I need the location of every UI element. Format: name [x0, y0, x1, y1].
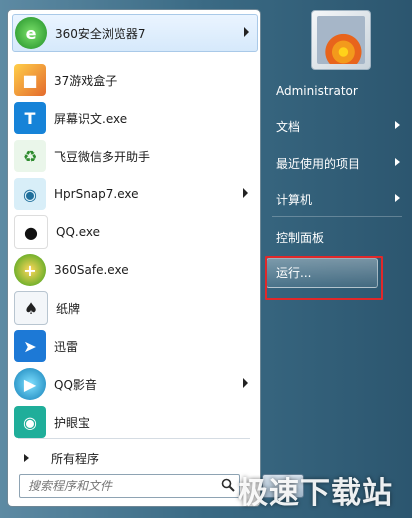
- all-programs-button[interactable]: 所有程序: [12, 441, 256, 475]
- chevron-right-icon[interactable]: [243, 188, 248, 198]
- divider: [272, 216, 402, 217]
- program-item[interactable]: ◉ 护眼宝: [12, 404, 256, 440]
- program-label: 屏幕识文.exe: [54, 111, 128, 126]
- film-icon: ▶: [14, 368, 46, 400]
- t-letter-icon: T: [14, 102, 46, 134]
- recent-items-item[interactable]: 最近使用的项目: [268, 148, 406, 178]
- program-label: 飞豆微信多开助手: [54, 149, 151, 164]
- chevron-right-icon[interactable]: [243, 378, 248, 388]
- control-panel-item[interactable]: 控制面板: [268, 222, 406, 252]
- programs-panel: e 360安全浏览器7 ■ 37游戏盒子 T 屏幕识文.exe ♻ 飞豆微信多开…: [7, 9, 261, 507]
- computer-label: 计算机: [276, 192, 313, 207]
- chevron-right-icon: [395, 194, 400, 202]
- program-item[interactable]: ■ 37游戏盒子: [12, 62, 256, 98]
- program-item[interactable]: ➤ 迅雷: [12, 328, 256, 364]
- highlight-box: [265, 256, 383, 300]
- program-label: HprSnap7.exe: [54, 187, 139, 201]
- search-box[interactable]: [19, 474, 240, 498]
- user-name-item[interactable]: Administrator: [268, 76, 406, 106]
- program-label: 纸牌: [56, 301, 81, 316]
- cube-game-icon: ■: [14, 64, 46, 96]
- program-label: 护眼宝: [54, 415, 91, 430]
- program-label: QQ.exe: [56, 225, 100, 239]
- search-input[interactable]: [26, 477, 215, 495]
- program-label: 迅雷: [54, 339, 79, 354]
- program-label: QQ影音: [54, 377, 97, 392]
- control-panel-label: 控制面板: [276, 230, 325, 245]
- recycle-icon: ♻: [14, 140, 46, 172]
- program-item[interactable]: e 360安全浏览器7: [12, 14, 258, 52]
- ie-e-icon: e: [15, 17, 47, 49]
- program-item[interactable]: ▶ QQ影音: [12, 366, 256, 402]
- program-item[interactable]: ♠ 纸牌: [12, 290, 256, 326]
- program-label: 360安全浏览器7: [55, 26, 146, 41]
- program-item[interactable]: ♻ 飞豆微信多开助手: [12, 138, 256, 174]
- bird-icon: ➤: [14, 330, 46, 362]
- penguin-icon: ●: [14, 215, 48, 249]
- search-icon[interactable]: [221, 478, 235, 492]
- plus-shield-icon: +: [14, 254, 46, 286]
- program-item[interactable]: + 360Safe.exe: [12, 252, 256, 288]
- user-name: Administrator: [276, 84, 358, 98]
- computer-item[interactable]: 计算机: [268, 184, 406, 214]
- documents-item[interactable]: 文档: [268, 111, 406, 141]
- eye-icon: ◉: [14, 406, 46, 438]
- camera-icon: ◉: [14, 178, 46, 210]
- documents-label: 文档: [276, 119, 301, 134]
- divider: [18, 438, 250, 439]
- chevron-right-icon[interactable]: [244, 27, 249, 37]
- program-item[interactable]: ◉ HprSnap7.exe: [12, 176, 256, 212]
- flower-picture-icon: [317, 16, 365, 64]
- chevron-right-icon: [395, 121, 400, 129]
- all-programs-label: 所有程序: [51, 451, 100, 466]
- cards-icon: ♠: [14, 291, 48, 325]
- program-label: 360Safe.exe: [54, 263, 129, 277]
- program-item[interactable]: T 屏幕识文.exe: [12, 100, 256, 136]
- program-item[interactable]: ● QQ.exe: [12, 214, 256, 250]
- recent-items-label: 最近使用的项目: [276, 156, 361, 171]
- user-avatar[interactable]: [311, 10, 371, 70]
- triangle-right-icon: [24, 454, 29, 462]
- chevron-right-icon: [395, 158, 400, 166]
- program-label: 37游戏盒子: [54, 73, 118, 88]
- watermark-text: 极速下载站: [238, 476, 393, 511]
